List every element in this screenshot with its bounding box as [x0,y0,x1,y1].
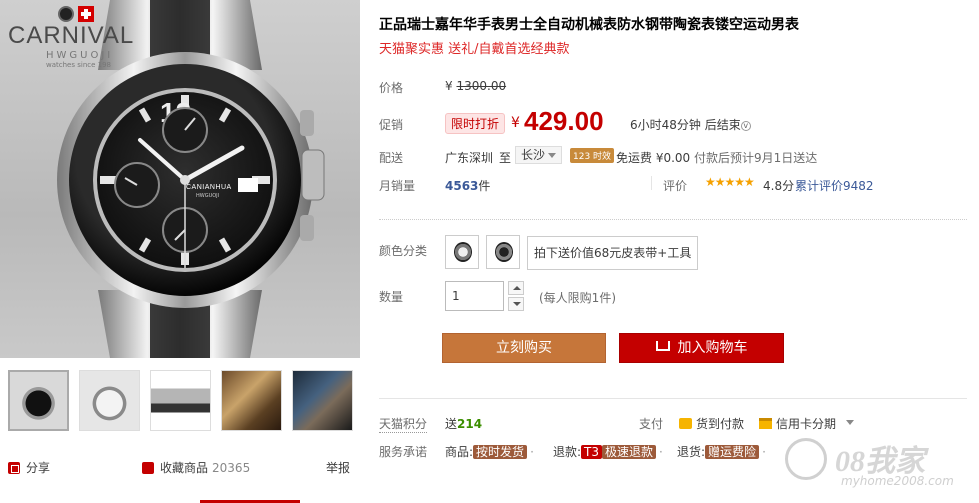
thumbnail-1[interactable] [8,370,69,431]
report-link[interactable]: 举报 [326,459,350,476]
credit-card-icon [759,418,772,429]
promo-label: 促销 [379,118,404,132]
service-ship-on-time[interactable]: 商品: 按时发货 · [445,443,537,460]
sku-option-text[interactable]: 拍下送价值68元皮表带+工具 [527,236,699,270]
product-gallery: 12 CARNIVAL HWGUOJI watches since 198 [0,0,360,503]
rating-label: 评价 [663,179,688,193]
rating-stars-icon: ★★★★★ [705,175,755,189]
sales-count: 4563件 [445,179,491,193]
pay-cod: 货到付款 [679,415,744,432]
product-subtitle: 天猫聚实惠 送礼/自戴首选经典款 [379,42,570,57]
qty-increase-button[interactable] [508,281,524,295]
ship-to: 至 [499,151,512,165]
brand-tagline: watches since 198 [46,61,111,69]
points-label[interactable]: 天猫积分 [379,415,428,433]
promo-badge: 限时打折 [445,113,506,134]
main-product-image[interactable]: 12 CARNIVAL HWGUOJI watches since 198 [0,0,360,358]
brand-sub: HWGUOJI [46,50,114,61]
chevron-down-icon[interactable]: v [740,120,751,131]
rating-count-link[interactable]: 累计评价9482 [795,177,874,194]
watermark-url: myhome2008.com [841,474,954,488]
dial-sub: HWGUOJI [196,193,220,199]
site-watermark: 08我家 myhome2008.com [785,432,975,492]
sku-option-white[interactable] [445,235,479,269]
pay-label: 支付 [639,417,664,431]
add-to-cart-button[interactable]: 加入购物车 [619,333,784,363]
sku-option-black[interactable] [486,235,520,269]
qty-decrease-button[interactable] [508,297,524,311]
favorite-link[interactable]: 收藏商品 [160,459,208,476]
city-select[interactable]: 长沙 [515,146,562,164]
favorite-icon[interactable] [142,461,155,474]
sales-label: 月销量 [379,179,416,193]
ship-label: 配送 [379,151,404,165]
buy-now-button[interactable]: 立刻购买 [442,333,606,363]
favorite-count: 20365 [212,460,251,475]
promo-price: 429.00 [524,106,604,136]
thumbnail-3[interactable] [150,370,211,431]
brand-logo: CARNIVAL HWGUOJI watches since 198 [8,6,134,69]
brand-emblem-icon [58,6,74,22]
chevron-down-icon[interactable] [846,420,854,425]
thumbnail-strip [8,370,353,431]
promo-currency: ¥ [511,115,520,131]
dropdown-arrow-icon [548,153,556,158]
rating-value: 4.8分 [763,179,795,193]
thumbnail-2[interactable] [79,370,140,431]
divider [379,219,967,220]
house-logo-icon [785,438,827,480]
dial-brand: CANIANHUA [186,184,232,191]
promo-countdown[interactable]: 6小时48分钟 后结束 v [630,116,751,133]
pay-credit-installment[interactable]: 信用卡分期 [759,415,836,432]
swiss-cross-icon [78,6,94,22]
brand-name: CARNIVAL [8,22,135,49]
quantity-input[interactable] [445,281,504,311]
cart-icon [655,341,670,351]
ship-info: 免运费 ¥0.00 付款后预计9月1日送达 [616,151,818,165]
watch-thumb-icon [495,242,513,262]
color-label: 颜色分类 [379,244,428,258]
price-label: 价格 [379,81,404,95]
qty-limit: (每人限购1件) [539,291,616,305]
share-row: 分享 收藏商品 20365 举报 [8,459,350,476]
service-fast-refund[interactable]: 退款: T3 极速退款 · [553,443,666,460]
qty-label: 数量 [379,290,404,304]
cod-icon [679,418,692,429]
divider [651,176,652,190]
original-price: ¥ 1300.00 [445,79,507,93]
timely-badge: 123 时效 [570,148,615,163]
service-return-insurance[interactable]: 退货: 赠运费险 · [677,443,769,460]
share-link[interactable]: 分享 [26,459,50,476]
points-value: 送214 [445,417,483,431]
thumbnail-4[interactable] [221,370,282,431]
divider [379,398,967,399]
watch-thumb-icon [454,242,472,262]
share-icon[interactable] [8,461,20,474]
service-label: 服务承诺 [379,445,428,459]
product-title: 正品瑞士嘉年华手表男士全自动机械表防水钢带陶瓷表镂空运动男表 [379,17,799,33]
ship-from: 广东深圳 [445,151,494,165]
thumbnail-5[interactable] [292,370,353,431]
